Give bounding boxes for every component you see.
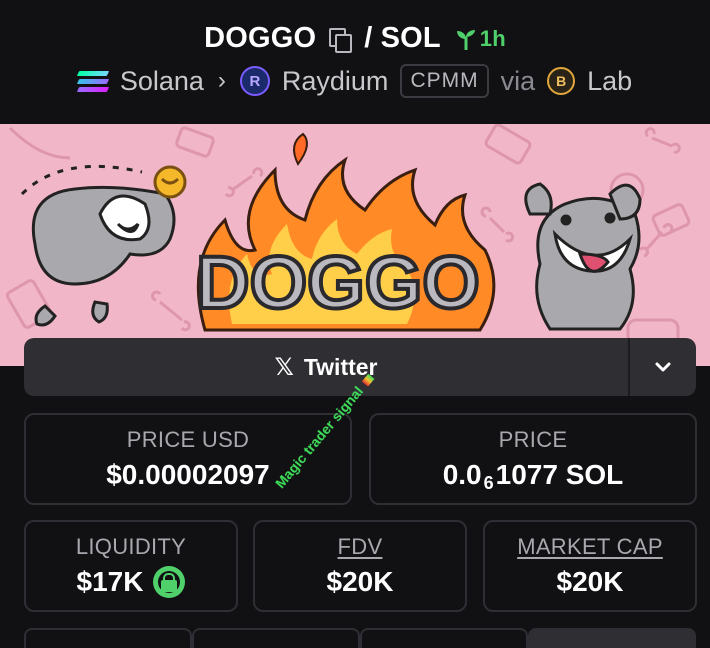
- market-cap-value: $20K: [556, 566, 624, 597]
- pair-separator: /: [364, 22, 373, 54]
- pool-type-badge: CPMM: [400, 64, 489, 98]
- tab-1[interactable]: [24, 628, 192, 648]
- dex-link[interactable]: Raydium: [282, 66, 389, 97]
- liquidity-label: LIQUIDITY: [75, 534, 187, 559]
- quote-symbol: SOL: [380, 22, 441, 54]
- banner-illustration: DOGGO: [0, 124, 710, 366]
- timeframe-tabs: [24, 628, 696, 648]
- price-usd-label: PRICE USD: [126, 427, 250, 452]
- fdv-value: $20K: [326, 566, 394, 597]
- pair-age: 1h: [455, 26, 506, 52]
- liquidity-card: LIQUIDITY $17K: [24, 520, 238, 612]
- launchpad-link[interactable]: Lab: [587, 66, 632, 97]
- token-symbol: DOGGO: [204, 22, 317, 54]
- solana-icon: [76, 70, 109, 92]
- pair-header: DOGGO / SOL 1h Solana › R Raydium CPMM v…: [0, 0, 710, 124]
- token-banner: DOGGO: [0, 124, 710, 366]
- copy-icon[interactable]: [328, 27, 353, 53]
- pair-age-text: 1h: [479, 25, 506, 51]
- price-zero-count: 6: [483, 472, 494, 493]
- price-card: PRICE 0.0 6 1077 SOL: [369, 413, 697, 505]
- chevron-right-icon: ›: [217, 67, 226, 94]
- price-value: 0.0 6 1077 SOL: [442, 459, 624, 493]
- fdv-card[interactable]: FDV $20K: [253, 520, 467, 612]
- x-logo-icon: 𝕏: [274, 353, 294, 381]
- price-label: PRICE: [498, 427, 568, 452]
- pair-route: Solana › R Raydium CPMM via B Lab: [0, 64, 710, 98]
- raydium-icon: R: [239, 66, 270, 96]
- fdv-label[interactable]: FDV: [338, 534, 383, 560]
- chevron-down-icon: [655, 362, 671, 372]
- pair-title: DOGGO / SOL 1h: [0, 22, 710, 55]
- market-cap-label[interactable]: MARKET CAP: [517, 534, 663, 560]
- tab-2[interactable]: [192, 628, 360, 648]
- liquidity-value-row: $17K: [77, 566, 186, 598]
- tab-3[interactable]: [360, 628, 528, 648]
- chain-link[interactable]: Solana: [120, 66, 204, 97]
- price-prefix: 0.0: [442, 459, 482, 490]
- lab-icon: B: [547, 67, 576, 95]
- social-dropdown-button[interactable]: [628, 338, 696, 396]
- sprout-icon: [456, 29, 475, 50]
- lock-icon[interactable]: [153, 566, 186, 598]
- market-cap-card[interactable]: MARKET CAP $20K: [483, 520, 697, 612]
- liquidity-value: $17K: [76, 566, 144, 597]
- twitter-button[interactable]: 𝕏 Twitter: [24, 338, 628, 396]
- tab-4[interactable]: [528, 628, 696, 648]
- price-suffix: 1077 SOL: [495, 459, 624, 490]
- banner-logo-text: DOGGO: [196, 241, 480, 324]
- via-text: via: [500, 65, 536, 96]
- price-usd-value: $0.00002097: [106, 459, 270, 490]
